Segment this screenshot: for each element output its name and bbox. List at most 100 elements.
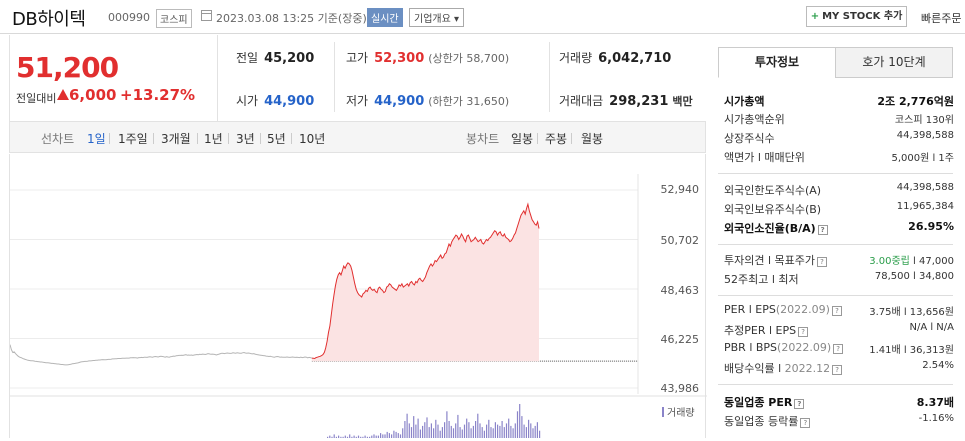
volume-bar xyxy=(466,418,468,438)
tab-weekly-candle[interactable]: 주봉 xyxy=(545,130,567,147)
info-key: PER l EPS(2022.09)? xyxy=(724,303,842,316)
info-key-text: 배당수익률 l xyxy=(724,362,785,375)
tab-5year[interactable]: 5년 xyxy=(267,130,286,147)
price-change: 6,000 xyxy=(69,86,117,104)
help-icon[interactable]: ? xyxy=(794,399,805,409)
tab-3month[interactable]: 3개월 xyxy=(161,130,191,147)
help-icon[interactable]: ? xyxy=(833,344,844,354)
up-triangle-icon xyxy=(57,89,69,100)
stat-sub: (상한가 58,700) xyxy=(428,52,510,65)
opinion-value: 3.00중립 xyxy=(869,256,910,267)
volume-bar xyxy=(417,418,419,438)
y-tick-label: 52,940 xyxy=(660,183,700,196)
volume-bar xyxy=(402,428,404,438)
divider xyxy=(718,384,953,385)
stat-open: 시가 44,900 xyxy=(236,92,314,109)
stat-low: 저가 44,900 (하한가 31,650) xyxy=(346,92,509,109)
volume-bar xyxy=(521,416,523,438)
company-info-dropdown[interactable]: 기업개요 ▾ xyxy=(409,8,464,27)
price-stats: 전일 45,200 고가 52,300 (상한가 58,700) 거래량 6,042,7… xyxy=(219,35,705,121)
volume-bar xyxy=(481,427,483,438)
stat-label: 거래대금 xyxy=(559,94,604,108)
line-chart-label: 선차트 xyxy=(41,132,75,146)
info-key-date: 2022.12 xyxy=(784,362,831,375)
volume-bar xyxy=(382,434,384,438)
volume-bar xyxy=(457,414,459,438)
volume-bar xyxy=(450,425,452,438)
info-key-date: (2022.09) xyxy=(777,341,832,354)
info-value: -1.16% xyxy=(918,413,954,424)
stat-unit: 백만 xyxy=(672,95,693,108)
volume-bar xyxy=(479,423,481,438)
volume-bar xyxy=(512,428,514,438)
volume-bar xyxy=(393,430,395,438)
volume-bar xyxy=(349,434,351,438)
tab-1week[interactable]: 1주일 xyxy=(118,130,148,147)
stock-header: DB하이텍 000990 코스피 2023.03.08 13:25 기준(장중)… xyxy=(0,0,965,34)
tab-investment-info[interactable]: 투자정보 xyxy=(718,47,836,78)
divider xyxy=(153,133,154,144)
volume-bar xyxy=(448,421,450,438)
volume-bar xyxy=(441,427,443,438)
info-key: 동일업종 PER? xyxy=(724,394,805,410)
info-key: 52주최고 l 최저 xyxy=(724,273,799,286)
stock-code: 000990 xyxy=(108,11,150,24)
y-tick-label: 50,702 xyxy=(660,234,700,247)
volume-bar xyxy=(397,433,399,438)
info-key: 동일업종 등락률? xyxy=(724,413,811,429)
volume-bar xyxy=(494,422,496,438)
tab-1day[interactable]: 1일 xyxy=(87,130,106,147)
tab-monthly-candle[interactable]: 월봉 xyxy=(581,130,603,147)
info-key: 외국인소진율(B/A)? xyxy=(724,220,828,236)
divider xyxy=(571,133,572,144)
tab-daily-candle[interactable]: 일봉 xyxy=(511,130,533,147)
price-change-percent: +13.27% xyxy=(120,86,196,104)
tab-orderbook-10[interactable]: 호가 10단계 xyxy=(835,47,953,78)
volume-bar xyxy=(439,430,441,438)
current-price: 51,200 xyxy=(16,51,119,84)
info-key: 상장주식수 xyxy=(724,132,775,145)
help-icon[interactable]: ? xyxy=(832,365,843,375)
volume-bar xyxy=(333,434,335,438)
help-icon[interactable]: ? xyxy=(831,306,842,316)
volume-bar xyxy=(530,423,532,438)
volume-bar xyxy=(475,421,477,438)
volume-bar xyxy=(399,434,402,438)
target-price: l 47,000 xyxy=(909,256,954,267)
divider xyxy=(549,42,550,112)
help-icon[interactable]: ? xyxy=(817,225,828,235)
help-icon[interactable]: ? xyxy=(800,418,811,428)
info-value: 78,500 l 34,800 xyxy=(874,271,954,282)
stat-value: 45,200 xyxy=(264,51,315,66)
add-my-stock-label: MY STOCK 추가 xyxy=(822,11,903,22)
volume-bar xyxy=(388,433,390,438)
add-my-stock-button[interactable]: + MY STOCK 추가 xyxy=(806,6,907,27)
help-icon[interactable]: ? xyxy=(817,257,828,267)
y-tick-label: 46,225 xyxy=(660,333,700,346)
info-key-text: PER l EPS xyxy=(724,303,776,316)
tab-10year[interactable]: 10년 xyxy=(299,130,325,147)
divider xyxy=(718,295,953,296)
tab-3year[interactable]: 3년 xyxy=(236,130,255,147)
info-row-foreign-ratio: 외국인소진율(B/A)? 26.95% xyxy=(724,220,954,236)
info-value: 3.75배 l 13,656원 xyxy=(869,307,954,318)
help-icon[interactable]: ? xyxy=(798,327,809,337)
realtime-badge[interactable]: 실시간 xyxy=(367,8,403,27)
volume-bar xyxy=(452,428,455,438)
info-key-text: 투자의견 l 목표주가 xyxy=(724,254,816,267)
info-key-text: 동일업종 PER xyxy=(724,396,793,409)
info-row-foreign-limit: 외국인한도주식수(A) 44,398,588 xyxy=(724,182,954,198)
info-row-est-per: 추정PER l EPS? N/A l N/A xyxy=(724,322,954,338)
divider xyxy=(537,133,538,144)
volume-bar xyxy=(501,421,503,438)
quick-order-link[interactable]: 빠른주문 xyxy=(921,10,961,26)
intraday-chart[interactable]: 52,940 50,702 48,463 46,225 43,986 거래량 xyxy=(9,154,707,438)
volume-bar xyxy=(516,411,519,438)
volume-bar xyxy=(519,404,521,438)
tab-1year[interactable]: 1년 xyxy=(204,130,223,147)
volume-bar xyxy=(424,422,426,438)
info-value: 5,000원 l 1주 xyxy=(891,153,954,164)
info-value: 3.00중립 l 47,000 xyxy=(869,252,954,267)
volume-bar xyxy=(422,425,424,438)
divider xyxy=(197,133,198,144)
